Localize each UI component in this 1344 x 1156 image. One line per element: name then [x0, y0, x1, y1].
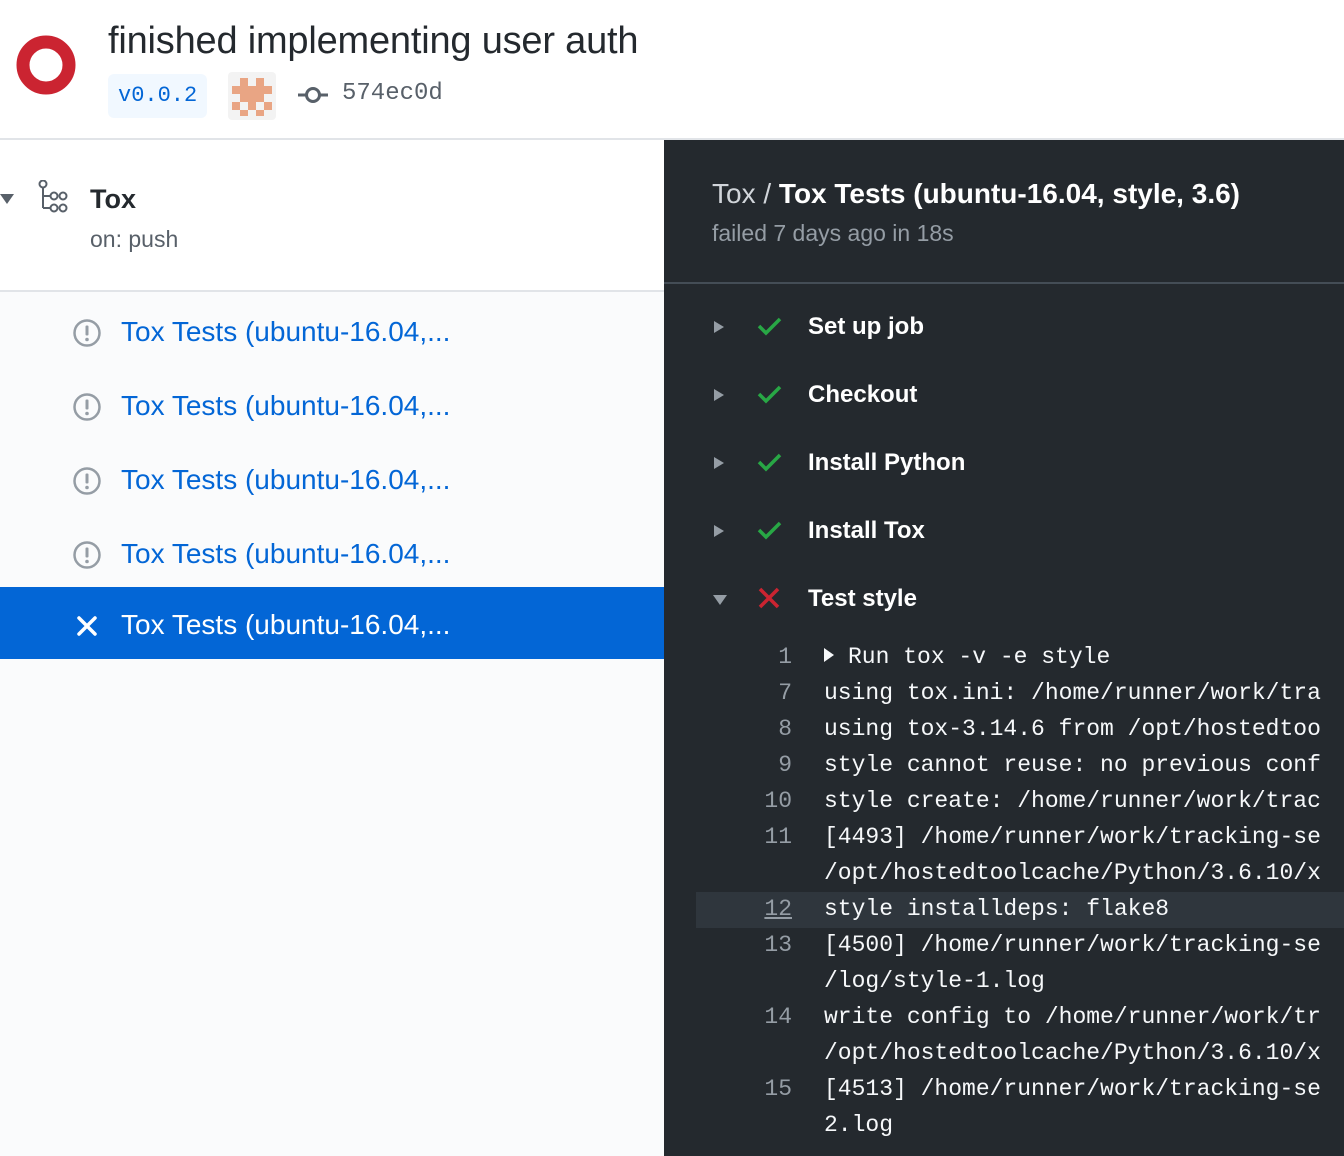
line-number[interactable]: 1	[696, 644, 792, 670]
x-icon	[758, 587, 780, 609]
job-item[interactable]: Tox Tests (ubuntu-16.04,...	[0, 296, 664, 368]
line-text: using tox-3.14.6 from /opt/hostedtoo	[824, 716, 1321, 742]
step-label: Install Tox	[808, 517, 925, 544]
caret-down-icon	[713, 595, 727, 605]
line-number[interactable]: 13	[696, 932, 792, 958]
step-label: Test style	[808, 585, 917, 612]
job-label: Tox Tests (ubuntu-16.04,...	[121, 538, 451, 569]
check-icon	[757, 385, 782, 404]
line-text: /opt/hostedtoolcache/Python/3.6.10/x	[824, 860, 1321, 886]
job-item[interactable]: Tox Tests (ubuntu-16.04,...	[0, 518, 664, 590]
log-line[interactable]: 10 style create: /home/runner/work/trac	[696, 784, 1344, 820]
alert-circle-icon	[73, 319, 101, 347]
line-number[interactable]: 15	[696, 1076, 792, 1102]
step-row[interactable]: Install Tox	[664, 501, 1344, 561]
line-number[interactable]: 9	[696, 752, 792, 778]
workflow-name[interactable]: Tox	[90, 184, 136, 215]
step-row-expanded[interactable]: Test style	[664, 569, 1344, 629]
step-row[interactable]: Set up job	[664, 297, 1344, 357]
avatar[interactable]	[228, 72, 276, 120]
line-text: [4500] /home/runner/work/tracking-se	[824, 932, 1321, 958]
job-label: Tox Tests (ubuntu-16.04,...	[121, 316, 451, 347]
line-number[interactable]: 12	[696, 896, 792, 922]
line-text: style installdeps: flake8	[824, 896, 1170, 922]
job-label: Tox Tests (ubuntu-16.04,...	[121, 390, 451, 421]
run-header: finished implementing user auth v0.0.2 5…	[0, 0, 1344, 140]
tag-badge[interactable]: v0.0.2	[108, 74, 208, 118]
line-text: /opt/hostedtoolcache/Python/3.6.10/x	[824, 1040, 1321, 1066]
jobs-sidebar: Tox on: push Tox Tests (ubuntu-16.04,...…	[0, 140, 664, 1156]
step-label: Install Python	[808, 449, 966, 476]
log-line-continuation: /log/style-1.log	[696, 964, 1344, 1000]
workflow-icon	[38, 180, 68, 213]
log-meta: failed 7 days ago in 18s	[712, 220, 954, 246]
workflow-summary: Tox on: push	[0, 140, 664, 292]
caret-down-icon[interactable]	[0, 192, 16, 206]
log-line[interactable]: 1 Run tox -v -e style	[696, 640, 1344, 676]
alert-circle-icon	[73, 393, 101, 421]
log-title: Tox / Tox Tests (ubuntu-16.04, style, 3.…	[712, 178, 1240, 210]
line-text: [4513] /home/runner/work/tracking-se	[824, 1076, 1321, 1102]
log-line[interactable]: 15 [4513] /home/runner/work/tracking-se	[696, 1072, 1344, 1108]
workflow-trigger: on: push	[90, 226, 179, 252]
line-text: [4493] /home/runner/work/tracking-se	[824, 824, 1321, 850]
step-row[interactable]: Checkout	[664, 365, 1344, 425]
line-text: style cannot reuse: no previous conf	[824, 752, 1321, 778]
line-number[interactable]: 10	[696, 788, 792, 814]
check-icon	[757, 317, 782, 336]
check-icon	[757, 521, 782, 540]
step-label: Checkout	[808, 381, 918, 408]
log-line[interactable]: 13 [4500] /home/runner/work/tracking-se	[696, 928, 1344, 964]
line-text: using tox.ini: /home/runner/work/tra	[824, 680, 1321, 706]
line-text: /log/style-1.log	[824, 968, 1045, 994]
x-icon	[77, 616, 97, 636]
job-item[interactable]: Tox Tests (ubuntu-16.04,...	[0, 370, 664, 442]
line-number[interactable]: 7	[696, 680, 792, 706]
line-text: write config to /home/runner/work/tr	[824, 1004, 1321, 1030]
identicon-icon	[232, 78, 272, 116]
log-line[interactable]: 9 style cannot reuse: no previous conf	[696, 748, 1344, 784]
log-line[interactable]: 14 write config to /home/runner/work/tr	[696, 1000, 1344, 1036]
log-line[interactable]: 8 using tox-3.14.6 from /opt/hostedtoo	[696, 712, 1344, 748]
caret-right-icon	[714, 525, 724, 537]
caret-right-icon[interactable]	[824, 648, 834, 662]
failure-status-icon	[16, 35, 76, 95]
line-number[interactable]: 8	[696, 716, 792, 742]
alert-circle-icon	[73, 541, 101, 569]
log-line-highlighted[interactable]: 12 style installdeps: flake8	[696, 892, 1344, 928]
log-workflow-name[interactable]: Tox	[712, 178, 756, 209]
caret-right-icon	[714, 389, 724, 401]
step-row[interactable]: Install Python	[664, 433, 1344, 493]
log-job-title: Tox Tests (ubuntu-16.04, style, 3.6)	[778, 178, 1240, 209]
job-label: Tox Tests (ubuntu-16.04,...	[121, 609, 451, 640]
job-log-panel: Tox / Tox Tests (ubuntu-16.04, style, 3.…	[664, 140, 1344, 1156]
commit-sha-link[interactable]: 574ec0d	[342, 80, 443, 107]
commit-icon	[298, 87, 328, 103]
line-text: style create: /home/runner/work/trac	[824, 788, 1321, 814]
line-number[interactable]: 11	[696, 824, 792, 850]
step-label: Set up job	[808, 313, 924, 340]
alert-circle-icon	[73, 467, 101, 495]
log-line-continuation: /opt/hostedtoolcache/Python/3.6.10/x	[696, 856, 1344, 892]
caret-right-icon	[714, 321, 724, 333]
log-line[interactable]: 11 [4493] /home/runner/work/tracking-se	[696, 820, 1344, 856]
log-line[interactable]: 7 using tox.ini: /home/runner/work/tra	[696, 676, 1344, 712]
log-header: Tox / Tox Tests (ubuntu-16.04, style, 3.…	[664, 140, 1344, 284]
title-separator: /	[763, 178, 772, 209]
log-line-continuation: /opt/hostedtoolcache/Python/3.6.10/x	[696, 1036, 1344, 1072]
line-text: 2.log	[824, 1112, 894, 1138]
job-item[interactable]: Tox Tests (ubuntu-16.04,...	[0, 444, 664, 516]
job-item-selected[interactable]: Tox Tests (ubuntu-16.04,...	[0, 587, 664, 659]
line-text: Run tox -v -e style	[824, 644, 1110, 670]
log-line-continuation: 2.log	[696, 1108, 1344, 1144]
caret-right-icon	[714, 457, 724, 469]
check-icon	[757, 453, 782, 472]
line-number[interactable]: 14	[696, 1004, 792, 1030]
job-label: Tox Tests (ubuntu-16.04,...	[121, 464, 451, 495]
run-title: finished implementing user auth	[108, 20, 639, 62]
